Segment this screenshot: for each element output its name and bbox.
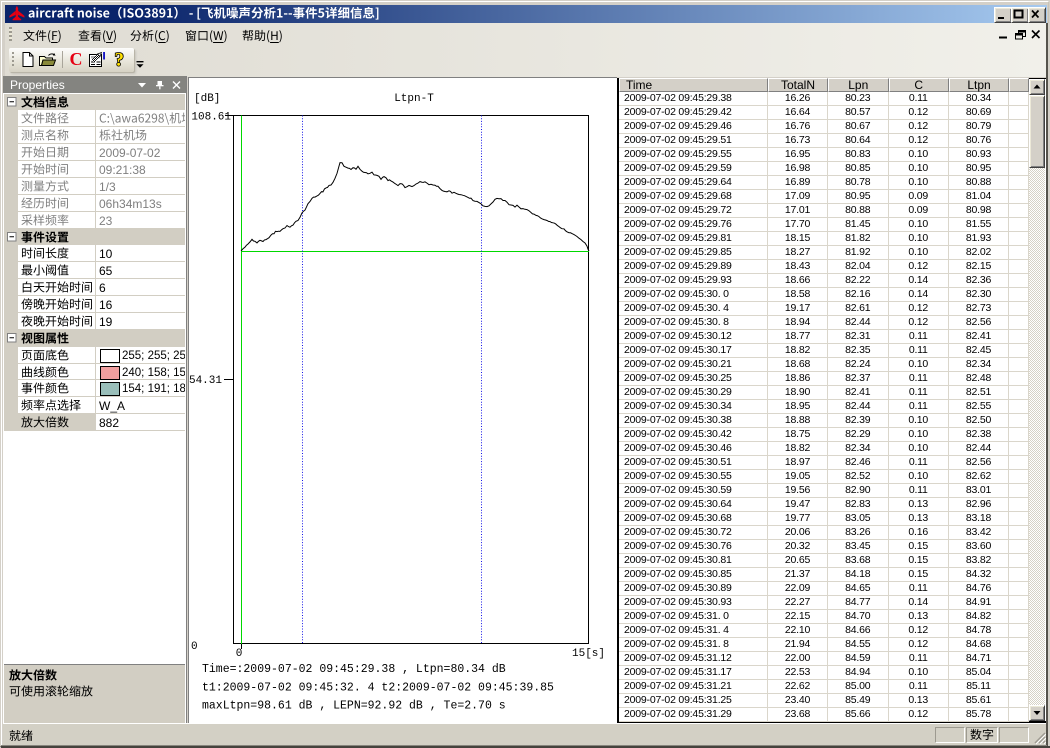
svg-text:108.61: 108.61 bbox=[191, 112, 231, 124]
svg-text:15[s]: 15[s] bbox=[572, 648, 605, 660]
svg-text:0: 0 bbox=[191, 641, 198, 653]
svg-text:54.31: 54.31 bbox=[189, 375, 222, 387]
svg-text:[dB]: [dB] bbox=[194, 93, 220, 105]
svg-text:Ltpn-T: Ltpn-T bbox=[394, 93, 434, 105]
svg-text:Time=:2009-07-02 09:45:29.38 ,: Time=:2009-07-02 09:45:29.38 , Ltpn=80.3… bbox=[202, 663, 506, 676]
svg-text:0: 0 bbox=[236, 648, 243, 660]
svg-text:t1:2009-07-02 09:45:32. 4 t2:2: t1:2009-07-02 09:45:32. 4 t2:2009-07-02 … bbox=[202, 682, 554, 695]
svg-text:maxLtpn=98.61 dB , LEPN=92.92: maxLtpn=98.61 dB , LEPN=92.92 dB , Te=2.… bbox=[202, 700, 506, 713]
